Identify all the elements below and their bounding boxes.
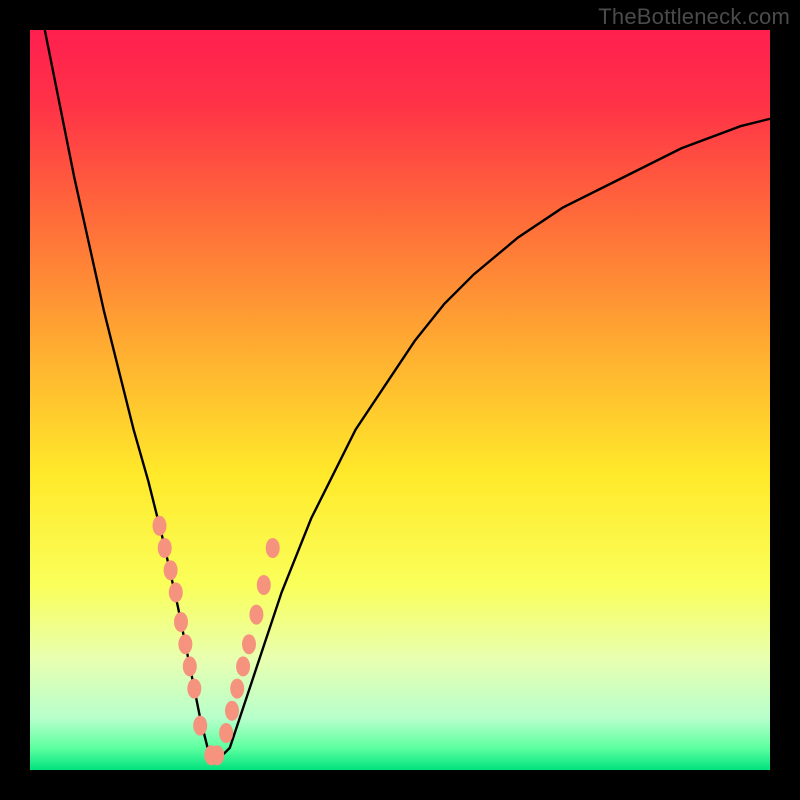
curve-marker (169, 582, 183, 602)
curve-marker (174, 612, 188, 632)
curve-marker (153, 516, 167, 536)
curve-layer (30, 30, 770, 770)
chart-stage: TheBottleneck.com (0, 0, 800, 800)
curve-marker (178, 634, 192, 654)
curve-marker (187, 679, 201, 699)
curve-marker (249, 605, 263, 625)
curve-marker (257, 575, 271, 595)
curve-marker (193, 716, 207, 736)
plot-area (30, 30, 770, 770)
curve-marker (230, 679, 244, 699)
curve-marker (164, 560, 178, 580)
curve-marker (266, 538, 280, 558)
curve-marker (225, 701, 239, 721)
curve-marker (242, 634, 256, 654)
curve-marker (219, 723, 233, 743)
curve-markers (153, 516, 280, 765)
curve-marker (158, 538, 172, 558)
curve-marker (236, 656, 250, 676)
watermark-text: TheBottleneck.com (598, 4, 790, 30)
bottleneck-curve (45, 30, 770, 755)
curve-marker (210, 745, 224, 765)
curve-marker (183, 656, 197, 676)
